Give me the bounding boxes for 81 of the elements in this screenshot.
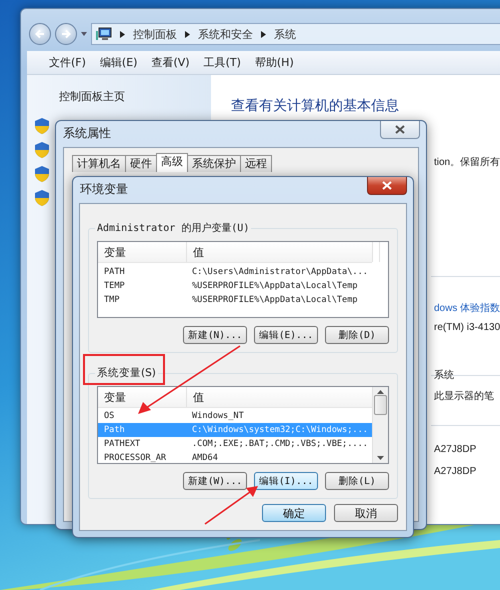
info-text: tion。保留所有 — [434, 156, 500, 169]
scroll-thumb[interactable] — [374, 395, 387, 415]
variable-value: C:\Users\Administrator\AppData\... — [191, 267, 368, 277]
close-icon — [395, 125, 405, 134]
variable-list[interactable]: 变量 值 OS Windows_NT Path C:\Windows\system32;C:\Windows;... PATHEXT .COM;.EXE;.BAT;.CMD;.VBS;.VBE;.... PROCESSOR_AR AMD64 — [97, 386, 389, 464]
variable-row[interactable]: TEMP %USERPROFILE%\AppData\Local\Temp — [98, 279, 372, 293]
variable-name: PATHEXT — [103, 439, 142, 449]
variable-value: %USERPROFILE%\AppData\Local\Temp — [191, 295, 358, 305]
close-button[interactable] — [367, 177, 407, 195]
back-button[interactable] — [29, 23, 51, 45]
arrow-annotation — [204, 486, 258, 525]
scrollbar[interactable] — [372, 387, 388, 463]
variable-name: OS — [103, 411, 116, 421]
variable-name: TMP — [103, 295, 121, 305]
tab[interactable]: 系统保护 — [187, 155, 241, 172]
tab[interactable]: 硬件 — [125, 155, 157, 172]
dialog-button[interactable]: 新建(W)... — [183, 472, 247, 490]
address-bar[interactable]: 控制面板 系统和安全 系统 — [91, 23, 500, 45]
tab[interactable]: 高级 — [156, 153, 188, 172]
shield-icon — [35, 142, 49, 158]
down-arrow-icon[interactable] — [377, 456, 384, 460]
variable-name: PROCESSOR_AR — [103, 453, 168, 463]
chevron-icon[interactable] — [185, 30, 190, 38]
close-button[interactable] — [380, 121, 420, 139]
breadcrumb-item[interactable]: 系统和安全 — [198, 26, 253, 42]
close-icon — [382, 181, 392, 190]
variable-list[interactable]: 变量 值 PATH C:\Users\Administrator\AppData\... TEMP %USERPROFILE%\AppData\Local\Temp TMP %USERPROFILE%\AppData\Local\Temp — [97, 241, 389, 318]
variable-name: Path — [103, 425, 126, 435]
dialog-button[interactable]: 编辑(I)... — [254, 472, 318, 490]
shield-icon — [35, 166, 49, 182]
column-header[interactable]: 值 — [187, 242, 380, 262]
menu-item[interactable]: 查看(V) — [151, 55, 190, 70]
variable-row[interactable]: TMP %USERPROFILE%\AppData\Local\Temp — [98, 293, 372, 307]
dialog-button[interactable]: 删除(D) — [325, 326, 389, 344]
tab[interactable]: 远程 — [240, 155, 272, 172]
forward-button[interactable] — [55, 23, 77, 45]
variable-value: AMD64 — [191, 453, 218, 463]
tab[interactable]: 计算机名 — [72, 155, 126, 172]
variable-row[interactable]: PATHEXT .COM;.EXE;.BAT;.CMD;.VBS;.VBE;.... — [98, 437, 372, 451]
shield-icon — [35, 118, 49, 134]
dialog-button[interactable]: 取消 — [334, 504, 398, 522]
menu-item[interactable]: 文件(F) — [49, 55, 86, 70]
info-text: 系统 — [434, 368, 454, 382]
dialog-button[interactable]: 删除(L) — [325, 472, 389, 490]
dialog-button[interactable]: 新建(N)... — [183, 326, 247, 344]
column-header[interactable]: 变量 — [98, 242, 187, 262]
group-label: Administrator 的用户变量(U) — [95, 221, 252, 235]
caret-icon[interactable] — [81, 32, 87, 36]
info-text: A27J8DP — [434, 466, 476, 477]
window-title: 系统属性 — [63, 124, 111, 142]
variable-row[interactable]: PATH C:\Users\Administrator\AppData\... — [98, 265, 372, 279]
dialog-button[interactable]: 确定 — [262, 504, 326, 522]
sidebar-link[interactable]: 控制面板主页 — [59, 89, 211, 104]
computer-icon — [96, 27, 112, 41]
shield-icon — [35, 190, 49, 206]
page-heading: 查看有关计算机的基本信息 — [231, 97, 399, 115]
variable-value: Windows_NT — [191, 411, 244, 421]
info-text: re(TM) i3-4130 — [434, 322, 500, 333]
menu-item[interactable]: 帮助(H) — [254, 55, 294, 70]
variable-value: C:\Windows\system32;C:\Windows;... — [191, 425, 368, 435]
variable-row[interactable]: PROCESSOR_AR AMD64 — [98, 451, 372, 463]
menu-item[interactable]: 工具(T) — [204, 55, 241, 70]
breadcrumb-item[interactable]: 控制面板 — [133, 26, 177, 42]
variable-value: .COM;.EXE;.BAT;.CMD;.VBS;.VBE;.... — [191, 439, 368, 449]
group-label: 系统变量(S) — [95, 366, 158, 380]
chevron-icon[interactable] — [261, 30, 266, 38]
window-title: 环境变量 — [80, 180, 128, 198]
variable-name: TEMP — [103, 281, 126, 291]
info-link[interactable]: dows 体验指数 — [434, 301, 500, 315]
variable-row[interactable]: OS Windows_NT — [98, 409, 372, 423]
variable-value: %USERPROFILE%\AppData\Local\Temp — [191, 281, 358, 291]
menu-item[interactable]: 编辑(E) — [100, 55, 138, 70]
forward-arrow-icon — [60, 28, 72, 40]
variable-name: PATH — [103, 267, 126, 277]
chevron-icon[interactable] — [120, 30, 125, 38]
dialog-button[interactable]: 编辑(E)... — [254, 326, 318, 344]
back-arrow-icon — [34, 28, 46, 40]
up-arrow-icon[interactable] — [377, 390, 384, 394]
info-text: A27J8DP — [434, 444, 476, 455]
info-text: 此显示器的笔 — [434, 390, 494, 403]
breadcrumb-item[interactable]: 系统 — [274, 26, 296, 42]
